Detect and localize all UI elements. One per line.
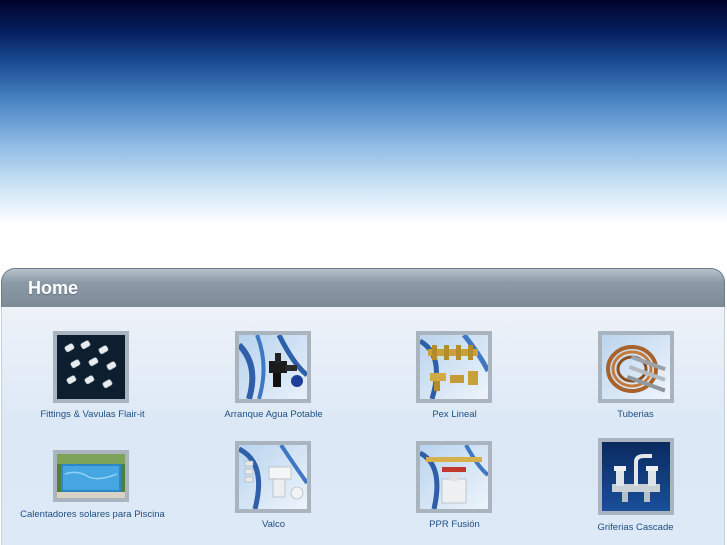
black-valve-icon[interactable] [235,331,311,403]
product-label[interactable]: Griferias Cascade [545,522,726,533]
product-label[interactable]: Calentadores solares para Piscina [2,509,183,520]
white-fittings-icon[interactable] [53,331,129,403]
brass-manifold-icon[interactable] [416,331,492,403]
header-banner [0,0,727,268]
product-label[interactable]: Fittings & Vavulas Flair-it [2,409,183,420]
section-title-bar: Home [1,268,725,307]
product-arranque[interactable]: Arranque Agua Potable [183,307,364,427]
product-label[interactable]: Arranque Agua Potable [183,409,364,420]
product-label[interactable]: Valco [183,519,364,530]
ppr-valve-icon[interactable] [416,441,492,513]
product-griferias[interactable]: Griferias Cascade [545,427,726,545]
product-label[interactable]: Tuberias [545,409,726,420]
copper-pipe-icon[interactable] [598,331,674,403]
product-ppr-fusion[interactable]: PPR Fusión [364,427,545,545]
swimming-pool-icon[interactable] [53,450,129,502]
product-label[interactable]: PPR Fusión [364,519,545,530]
page-title: Home [28,278,79,298]
product-grid: Fittings & Vavulas Flair-it Arranque Agu… [1,307,725,545]
chrome-faucet-icon[interactable] [598,438,674,515]
product-pex-lineal[interactable]: Pex Lineal [364,307,545,427]
product-tuberias[interactable]: Tuberias [545,307,726,427]
pvc-fittings-icon[interactable] [235,441,311,513]
product-valco[interactable]: Valco [183,427,364,545]
product-calentadores[interactable]: Calentadores solares para Piscina [2,427,183,545]
product-label[interactable]: Pex Lineal [364,409,545,420]
product-fittings[interactable]: Fittings & Vavulas Flair-it [2,307,183,427]
